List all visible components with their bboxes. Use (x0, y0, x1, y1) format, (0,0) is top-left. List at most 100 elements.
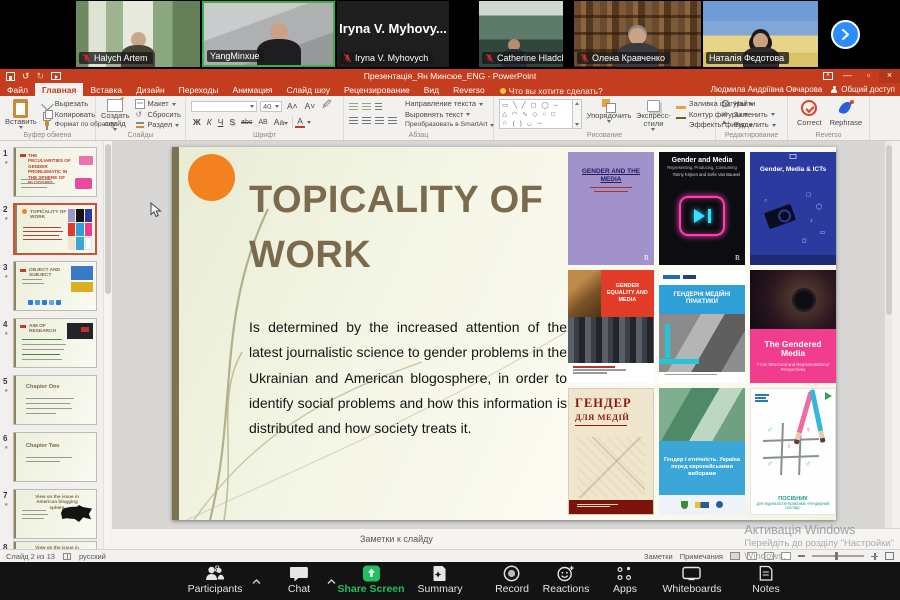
notes-toggle-button[interactable]: Заметки (644, 552, 673, 561)
section-button[interactable]: Раздел (135, 120, 181, 131)
video-tile-iryna-camera-off[interactable]: Iryna V. Myhovy... Iryna V. Myhovych (337, 1, 449, 67)
slide-title[interactable]: TOPICALITY OF WORK (249, 173, 543, 283)
new-slide-button[interactable]: Создать слайд (101, 99, 130, 131)
slide-thumbnail-6[interactable]: Chapter Two (13, 432, 97, 482)
grow-font-button[interactable]: А˄ (285, 101, 300, 111)
tab-animations[interactable]: Анимация (226, 83, 280, 96)
tab-review[interactable]: Рецензирование (337, 83, 417, 96)
restore-button[interactable]: ▫ (858, 69, 879, 83)
gallery-next-page-button[interactable] (831, 20, 860, 49)
video-tile-halych-artem[interactable]: Halych Artem (76, 1, 200, 67)
slide-thumbnail-3[interactable]: OBJECT AND SUBJECT (13, 261, 97, 311)
tab-insert[interactable]: Вставка (83, 83, 129, 96)
slideshow-view-icon[interactable] (781, 552, 791, 560)
tell-me-box[interactable]: Что вы хотите сделать? (500, 86, 603, 96)
shapes-gallery-scroll[interactable] (573, 99, 582, 129)
find-button[interactable]: Найти (721, 99, 782, 110)
video-tile-catherine[interactable]: Catherine Hladchenko (479, 1, 563, 67)
slide-thumbnail-1[interactable]: THE PECULIARITIES OF GENDER PROBLEMATIC … (13, 147, 97, 197)
align-center-icon[interactable] (362, 117, 371, 124)
tab-reverso[interactable]: Reverso (446, 83, 492, 96)
save-icon[interactable] (6, 72, 15, 81)
reset-button[interactable]: Сбросить (135, 110, 181, 121)
bold-button[interactable]: Ж (191, 117, 203, 127)
slide-body-text[interactable]: Is determined by the increased attention… (249, 315, 567, 441)
zoom-out-icon[interactable] (798, 555, 805, 557)
slide-thumbnail-8[interactable]: View on the issue in Ukrainian (13, 541, 97, 549)
character-spacing-button[interactable]: АВ (256, 119, 269, 126)
font-size-combo[interactable]: 40 (260, 101, 282, 112)
reading-view-icon[interactable] (764, 552, 774, 560)
comments-toggle-button[interactable]: Примечания (680, 552, 723, 561)
quick-styles-button[interactable]: Экспресс-стили (636, 99, 671, 131)
tab-file[interactable]: Файл (0, 83, 35, 96)
language-indicator[interactable]: русский (79, 552, 106, 561)
tab-slideshow[interactable]: Слайд шоу (279, 83, 337, 96)
video-tile-yangminxue-active-speaker[interactable]: YangMinxue (202, 1, 335, 67)
undo-icon[interactable]: ↺ (22, 72, 30, 81)
arrange-button[interactable]: Упорядочить (587, 99, 631, 123)
minimize-button[interactable]: — (837, 69, 858, 83)
tab-home[interactable]: Главная (35, 83, 84, 96)
ribbon-display-options-icon[interactable]: ˄ (823, 72, 833, 80)
share-button[interactable]: Общий доступ (830, 85, 895, 94)
spellcheck-icon[interactable] (63, 553, 71, 560)
indent-icon[interactable] (375, 103, 382, 110)
reactions-button[interactable]: Reactions (543, 565, 590, 595)
align-right-icon[interactable] (375, 117, 384, 124)
notes-pane[interactable]: Заметки к слайду (112, 528, 900, 549)
whiteboards-button[interactable]: Whiteboards (663, 565, 722, 595)
strikethrough-button[interactable]: abc (239, 119, 254, 126)
bullets-icon[interactable] (349, 103, 358, 110)
reverso-rephrase-button[interactable]: Rephrase (826, 99, 867, 128)
text-direction-button[interactable]: Направление текста (405, 99, 494, 110)
fit-slide-to-window-icon[interactable] (885, 552, 894, 560)
align-text-button[interactable]: Выровнять текст (405, 110, 494, 121)
shapes-gallery[interactable]: ▭ ╲ ╱ ▢ ◯ ─ △ ◠ ∿ ◇ ○ □ ☆ ( ) ◡ ─ (499, 99, 582, 129)
slide-sorter-view-icon[interactable] (747, 552, 757, 560)
zoom-in-icon[interactable] (871, 553, 878, 560)
reverso-correct-button[interactable]: Correct (793, 99, 826, 128)
close-button[interactable]: × (879, 69, 900, 83)
convert-smartart-button[interactable]: Преобразовать в SmartArt (405, 120, 494, 131)
start-slideshow-icon[interactable] (51, 72, 61, 80)
align-left-icon[interactable] (349, 117, 358, 124)
participants-button[interactable]: Participants 8 (188, 565, 243, 595)
font-color-button[interactable]: А (295, 116, 305, 128)
video-tile-olena[interactable]: Олена Кравченко (574, 1, 701, 67)
summary-button[interactable]: Summary (418, 565, 463, 595)
normal-view-icon[interactable] (730, 552, 740, 560)
share-screen-button[interactable]: Share Screen (337, 565, 404, 595)
layout-button[interactable]: Макет (135, 99, 181, 110)
thumbnail-scrollbar[interactable] (103, 141, 111, 549)
justify-icon[interactable] (388, 117, 397, 124)
tab-transitions[interactable]: Переходы (172, 83, 226, 96)
numbering-icon[interactable] (362, 103, 371, 110)
replace-button[interactable]: Заменить (721, 110, 782, 121)
slide-thumbnail-7[interactable]: View on the issue in American blogging s… (13, 489, 97, 539)
video-tile-natalia[interactable]: Наталія Фєдотова (703, 1, 818, 67)
tab-view[interactable]: Вид (417, 83, 446, 96)
clear-formatting-button[interactable]: 🖉 (320, 99, 333, 113)
font-name-combo[interactable] (191, 101, 257, 112)
shrink-font-button[interactable]: А˅ (303, 101, 318, 111)
change-case-button[interactable]: Аа (272, 117, 291, 127)
chat-menu-chevron[interactable] (327, 572, 336, 590)
notes-button[interactable]: Notes (752, 565, 779, 595)
tab-design[interactable]: Дизайн (129, 83, 172, 96)
chat-button[interactable]: Chat (288, 565, 310, 595)
text-shadow-button[interactable]: S (227, 117, 237, 127)
italic-button[interactable]: К (205, 117, 214, 127)
slide-thumbnail-2-selected[interactable]: TOPICALITY OF WORK (13, 203, 97, 255)
participants-menu-chevron[interactable] (252, 572, 261, 590)
slide-canvas[interactable]: TOPICALITY OF WORK Is determined by the … (172, 147, 836, 520)
redo-icon[interactable]: ↻ (37, 72, 45, 81)
slide-area-scrollbar[interactable] (884, 141, 892, 528)
slide-thumbnail-4[interactable]: AIM OF RESEARCH (13, 318, 97, 368)
zoom-slider[interactable] (812, 555, 864, 557)
paste-button[interactable]: Вставить (5, 99, 37, 131)
apps-button[interactable]: Apps (613, 565, 637, 595)
slide-thumbnail-5[interactable]: Chapter One (13, 375, 97, 425)
select-button[interactable]: Выделить (721, 120, 782, 131)
underline-button[interactable]: Ч (216, 117, 226, 127)
